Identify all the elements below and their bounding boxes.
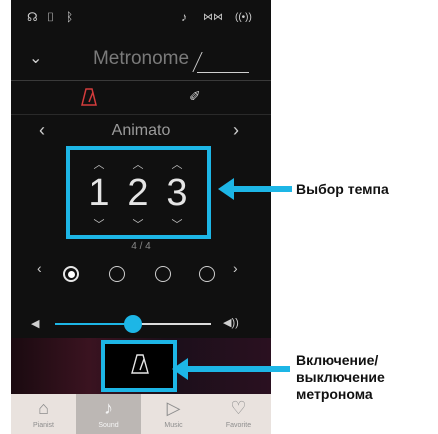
digit-2-down-icon[interactable]: ﹀	[123, 216, 153, 232]
tab-label: Favorite	[225, 422, 252, 429]
volume-slider[interactable]: ◀ ◀))	[11, 314, 271, 334]
next-beat-button[interactable]: ›	[233, 260, 238, 276]
tab-bar: ⌂ Pianist ♪ Sound ▷ Music ♡ Favorite	[11, 394, 271, 434]
usb-icon: ⌷	[47, 10, 55, 24]
status-bar: ☊ ⌷ ᛒ ♪ ⋈⋈ ((•))	[11, 10, 271, 30]
tab-label: Pianist	[32, 422, 54, 429]
header: ⌄ Metronome	[11, 40, 271, 81]
tab-label: Sound	[98, 422, 119, 429]
tab-favorite[interactable]: ♡ Favorite	[206, 394, 271, 434]
metronome-icon	[131, 354, 149, 374]
tempo-digit-1[interactable]: 1	[84, 174, 114, 212]
callout-arrow	[186, 366, 290, 372]
headphones-icon: ☊	[27, 10, 38, 24]
tab-pianist[interactable]: ⌂ Pianist	[11, 394, 76, 434]
title-underline	[197, 72, 249, 73]
beat-dot[interactable]	[155, 266, 171, 282]
play-icon: ▷	[166, 398, 181, 418]
volume-high-icon: ◀))	[223, 317, 239, 329]
tempo-digit-3[interactable]: 3	[162, 174, 192, 212]
signal-icon: ((•))	[235, 12, 252, 23]
tempo-name-selector: ‹ Animato ›	[11, 120, 271, 144]
beat-label: 4 / 4	[131, 241, 151, 252]
callout-tempo-select: Выбор темпа	[296, 181, 389, 197]
tab-music[interactable]: ▷ Music	[141, 394, 206, 434]
heart-icon: ♡	[230, 398, 247, 418]
callout-line: метронома	[296, 386, 373, 402]
page-title: Metronome	[92, 48, 190, 69]
tab-label: Music	[164, 422, 183, 429]
volume-fill	[55, 323, 133, 325]
wifi-icon: ⋈⋈	[203, 12, 223, 23]
digit-3-up-icon[interactable]: ︿	[162, 156, 192, 172]
next-tempo-name-button[interactable]: ›	[233, 120, 239, 141]
tab-sound[interactable]: ♪ Sound	[76, 394, 141, 434]
callout-line: выключение	[296, 369, 385, 385]
callout-arrow	[232, 186, 292, 192]
music-note-icon: ♪	[104, 398, 113, 418]
beat-dot[interactable]	[199, 266, 215, 282]
rhythm-icon[interactable]: ✐	[189, 88, 201, 105]
metronome-icon[interactable]	[81, 88, 97, 106]
mode-tabs: ✐	[11, 82, 271, 115]
digit-1-down-icon[interactable]: ﹀	[84, 216, 114, 232]
tempo-name: Animato	[111, 122, 171, 139]
callout-line: Включение/	[296, 352, 379, 368]
beat-dot[interactable]	[109, 266, 125, 282]
tempo-digit-2[interactable]: 2	[123, 174, 153, 212]
prev-beat-button[interactable]: ‹	[37, 260, 42, 276]
bluetooth-icon: ᛒ	[66, 10, 74, 24]
callout-metronome-toggle: Включение/ выключение метронома	[296, 352, 385, 403]
metronome-toggle-button[interactable]	[101, 340, 177, 392]
piano-icon: ⌂	[38, 398, 49, 418]
digit-2-up-icon[interactable]: ︿	[123, 156, 153, 172]
beat-dot[interactable]	[63, 266, 79, 282]
digit-3-down-icon[interactable]: ﹀	[162, 216, 192, 232]
sound-icon: ♪	[181, 10, 187, 24]
volume-low-icon: ◀	[31, 318, 40, 330]
tempo-digits-highlight: ︿ ︿ ︿ 1 2 3 ﹀ ﹀ ﹀	[66, 146, 211, 239]
volume-knob[interactable]	[124, 315, 142, 333]
beat-selector: ‹ ›	[11, 258, 271, 288]
digit-1-up-icon[interactable]: ︿	[84, 156, 114, 172]
